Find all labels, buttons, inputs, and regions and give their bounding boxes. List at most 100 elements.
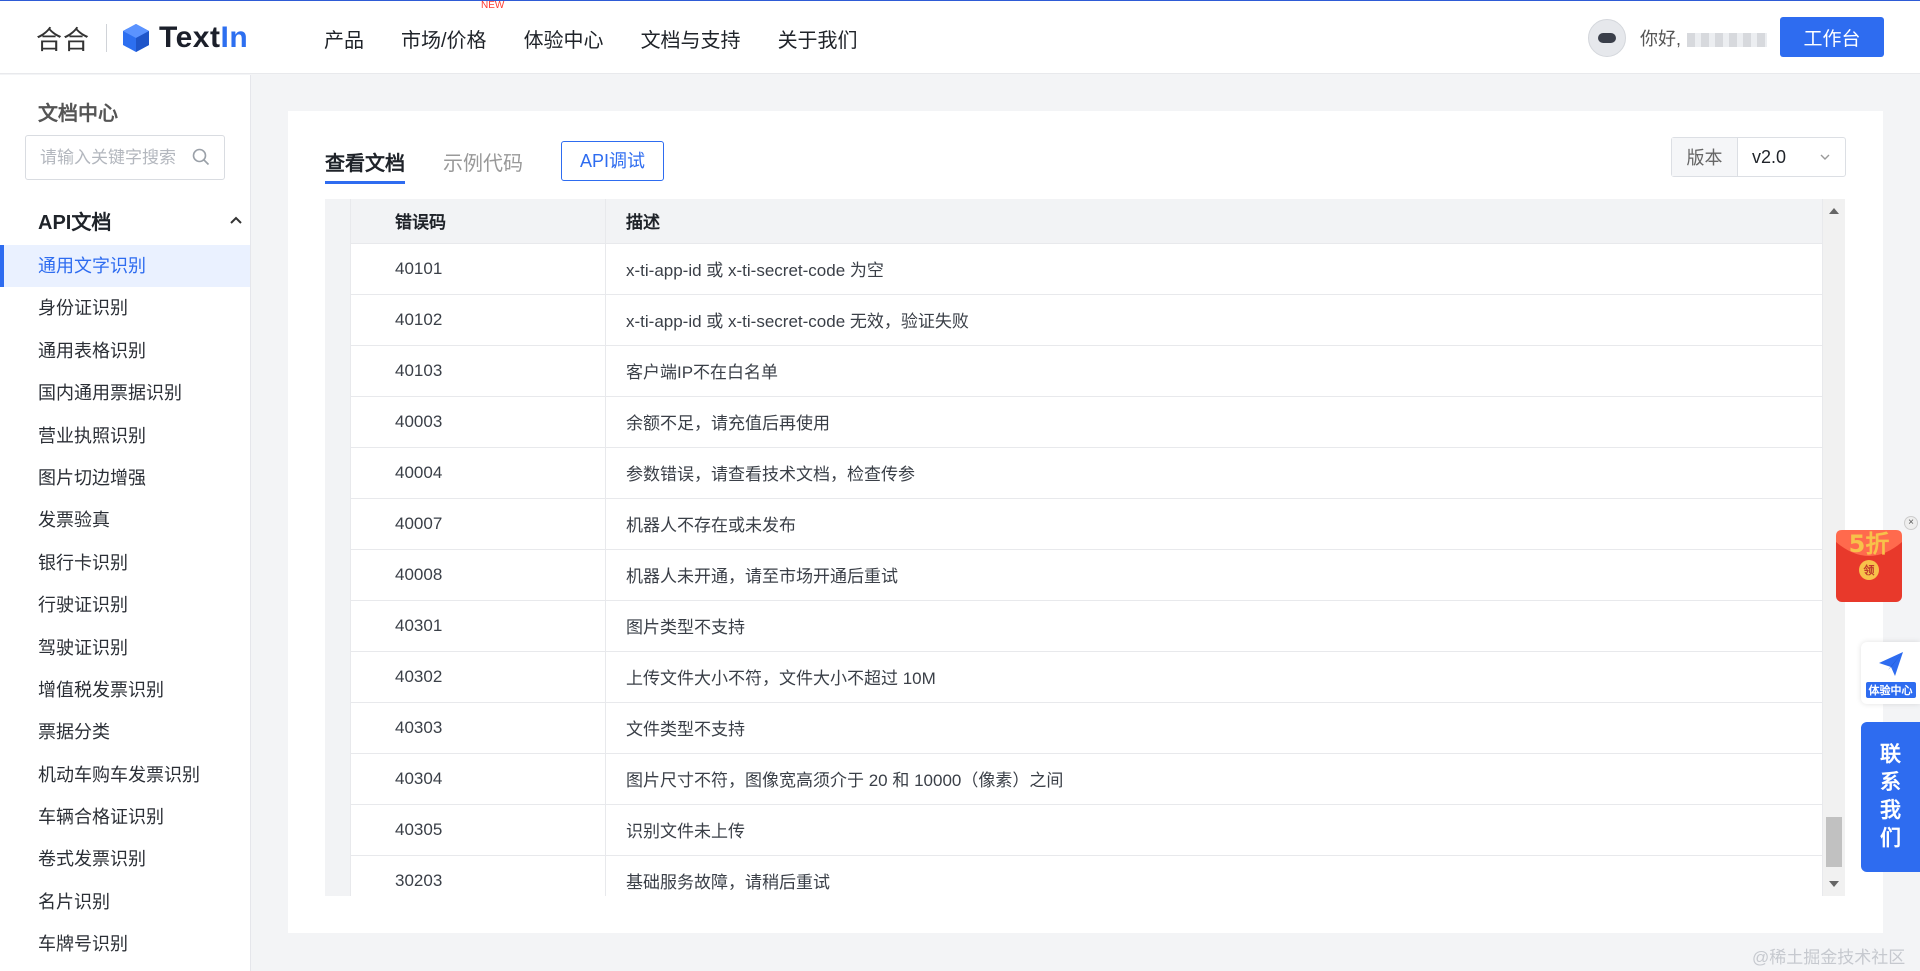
sidebar-item-vehicle-invoice[interactable]: 机动车购车发票识别 — [0, 754, 250, 796]
search-input[interactable] — [26, 136, 181, 179]
new-badge: NEW — [481, 0, 505, 11]
error-description-cell: 机器人不存在或未发布 — [605, 498, 1823, 550]
experience-center-widget[interactable]: 体验中心 — [1861, 642, 1920, 704]
column-header-description: 描述 — [605, 199, 1823, 244]
textin-cube-icon — [123, 24, 150, 52]
sidebar-item-image-crop[interactable]: 图片切边增强 — [0, 457, 250, 499]
promo-discount-text: 5折 — [1849, 530, 1890, 558]
scroll-thumb[interactable] — [1826, 817, 1842, 867]
table-row: 40007 机器人不存在或未发布 — [350, 498, 1823, 550]
error-code-cell: 40304 — [350, 753, 606, 805]
tab-view-docs[interactable]: 查看文档 — [325, 147, 405, 184]
sidebar-item-driver-license[interactable]: 驾驶证识别 — [0, 627, 250, 669]
doc-sidebar: 文档中心 API文档 通用文字识别 身份证识别 通用表格识别 国内通用票据识别 … — [0, 75, 251, 971]
error-code-table-container: 错误码 描述 40101 x-ti-app-id 或 x-ti-secret-co… — [325, 199, 1845, 896]
table-header-row: 错误码 描述 — [350, 199, 1823, 244]
table-row: 40004 参数错误，请查看技术文档，检查传参 — [350, 447, 1823, 499]
error-description-cell: 客户端IP不在白名单 — [605, 345, 1823, 397]
error-description-cell: 图片类型不支持 — [605, 600, 1823, 652]
error-code-cell: 30203 — [350, 855, 606, 896]
nav-market-pricing[interactable]: 市场/价格 NEW — [401, 0, 504, 53]
version-label: 版本 — [1672, 138, 1738, 176]
promo-claim-text: 领 — [1863, 563, 1875, 577]
avatar[interactable] — [1588, 19, 1626, 57]
version-value: v2.0 — [1752, 146, 1787, 167]
main-nav: 产品 市场/价格 NEW 体验中心 文档与支持 关于我们 — [324, 0, 895, 75]
brand-logo[interactable]: 合合 TextIn — [36, 19, 248, 57]
greeting-text: 你好, — [1640, 29, 1682, 49]
nav-market-pricing-label: 市场/价格 — [401, 29, 487, 52]
sidebar-item-vehicle-cert[interactable]: 车辆合格证识别 — [0, 796, 250, 838]
tab-sample-code[interactable]: 示例代码 — [443, 147, 523, 176]
sidebar-item-roll-invoice[interactable]: 卷式发票识别 — [0, 838, 250, 880]
nav-docs-support[interactable]: 文档与支持 — [641, 24, 741, 53]
sidebar-item-id-card[interactable]: 身份证识别 — [0, 287, 250, 329]
table-row: 40302 上传文件大小不符，文件大小不超过 10M — [350, 651, 1823, 703]
doc-content-card: 查看文档 示例代码 API调试 版本 v2.0 错误码 描述 40101 x-ti… — [288, 111, 1883, 933]
sidebar-item-bank-card[interactable]: 银行卡识别 — [0, 542, 250, 584]
nav-about-us[interactable]: 关于我们 — [778, 24, 858, 53]
table-row: 40303 文件类型不支持 — [350, 702, 1823, 754]
error-description-cell: 文件类型不支持 — [605, 702, 1823, 754]
scroll-down-arrow-icon[interactable] — [1829, 881, 1839, 887]
error-code-cell: 40303 — [350, 702, 606, 754]
search-icon[interactable] — [192, 148, 210, 166]
table-gutter — [325, 199, 350, 896]
error-code-cell: 40102 — [350, 294, 606, 346]
table-row: 40102 x-ti-app-id 或 x-ti-secret-code 无效，验… — [350, 294, 1823, 346]
brand-name-text: Text — [159, 21, 221, 54]
scroll-up-arrow-icon[interactable] — [1829, 208, 1839, 214]
table-row: 40305 识别文件未上传 — [350, 804, 1823, 856]
user-area[interactable]: 你好, — [1588, 19, 1768, 57]
sidebar-item-business-license[interactable]: 营业执照识别 — [0, 415, 250, 457]
sidebar-item-table[interactable]: 通用表格识别 — [0, 330, 250, 372]
promo-red-envelope[interactable]: 5折 领 — [1832, 522, 1906, 606]
sidebar-item-business-card[interactable]: 名片识别 — [0, 881, 250, 923]
error-code-cell: 40302 — [350, 651, 606, 703]
promo-close-icon[interactable]: × — [1904, 516, 1918, 530]
error-description-cell: 识别文件未上传 — [605, 804, 1823, 856]
paper-plane-icon — [1878, 652, 1903, 676]
contact-us-widget[interactable]: 联 系 我 们 — [1861, 722, 1920, 872]
table-row: 40003 余额不足，请充值后再使用 — [350, 396, 1823, 448]
error-code-cell: 40103 — [350, 345, 606, 397]
sidebar-item-bill-classify[interactable]: 票据分类 — [0, 711, 250, 753]
chevron-down-icon — [1820, 154, 1830, 160]
brand-name: TextIn — [159, 21, 248, 55]
error-code-cell: 40301 — [350, 600, 606, 652]
version-selector[interactable]: 版本 v2.0 — [1671, 137, 1846, 177]
error-description-cell: 机器人未开通，请至市场开通后重试 — [605, 549, 1823, 601]
watermark: @稀土掘金技术社区 — [1752, 948, 1906, 967]
contact-char: 联 — [1880, 743, 1901, 766]
sidebar-item-receipt[interactable]: 国内通用票据识别 — [0, 372, 250, 414]
table-row: 30203 基础服务故障，请稍后重试 — [350, 855, 1823, 896]
error-code-cell: 40008 — [350, 549, 606, 601]
sidebar-item-invoice-verify[interactable]: 发票验真 — [0, 499, 250, 541]
sidebar-item-vehicle-license[interactable]: 行驶证识别 — [0, 584, 250, 626]
chevron-up-icon[interactable] — [228, 212, 244, 228]
sidebar-section-api-docs[interactable]: API文档 — [38, 207, 242, 234]
sidebar-item-vat-invoice[interactable]: 增值税发票识别 — [0, 669, 250, 711]
sidebar-title: 文档中心 — [38, 103, 118, 125]
sidebar-item-license-plate[interactable]: 车牌号识别 — [0, 923, 250, 965]
brand-name-in: In — [220, 21, 249, 54]
workbench-button[interactable]: 工作台 — [1780, 17, 1884, 57]
error-description-cell: x-ti-app-id 或 x-ti-secret-code 为空 — [605, 243, 1823, 295]
brand-divider — [106, 24, 108, 52]
contact-char: 我 — [1880, 799, 1901, 822]
api-debug-button[interactable]: API调试 — [561, 141, 665, 181]
sidebar-search[interactable] — [25, 135, 225, 180]
experience-center-label: 体验中心 — [1865, 682, 1916, 698]
nav-products[interactable]: 产品 — [324, 24, 364, 53]
error-description-cell: 余额不足，请充值后再使用 — [605, 396, 1823, 448]
sidebar-list: 通用文字识别 身份证识别 通用表格识别 国内通用票据识别 营业执照识别 图片切边… — [0, 245, 250, 966]
nav-experience-center[interactable]: 体验中心 — [524, 24, 604, 53]
version-select[interactable]: v2.0 — [1738, 138, 1845, 176]
error-description-cell: x-ti-app-id 或 x-ti-secret-code 无效，验证失败 — [605, 294, 1823, 346]
table-row: 40008 机器人未开通，请至市场开通后重试 — [350, 549, 1823, 601]
error-description-cell: 上传文件大小不符，文件大小不超过 10M — [605, 651, 1823, 703]
sidebar-item-general-ocr[interactable]: 通用文字识别 — [0, 245, 250, 288]
error-code-cell: 40007 — [350, 498, 606, 550]
table-row: 40103 客户端IP不在白名单 — [350, 345, 1823, 397]
error-code-cell: 40305 — [350, 804, 606, 856]
